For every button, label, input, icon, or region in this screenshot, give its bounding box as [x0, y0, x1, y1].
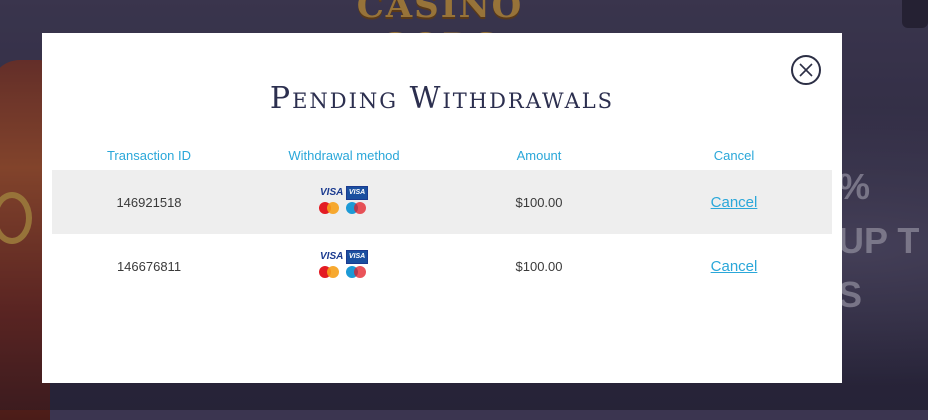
cancel-link[interactable]: Cancel: [711, 194, 758, 211]
cancel-cell: Cancel: [636, 234, 832, 298]
withdrawal-method: VISA VISA: [246, 170, 442, 234]
mastercard-icon: [319, 266, 341, 278]
cancel-link[interactable]: Cancel: [711, 258, 758, 275]
modal-title: Pending Withdrawals: [269, 81, 615, 116]
transaction-id: 146921518: [116, 194, 182, 210]
payment-methods-icon: VISA VISA: [318, 186, 370, 218]
header-amount: Amount: [516, 147, 562, 163]
withdrawal-method: VISA VISA: [246, 234, 442, 298]
pending-withdrawals-modal: Pending Withdrawals Transaction ID Withd…: [42, 33, 842, 383]
header-cancel: Cancel: [713, 147, 755, 163]
mastercard-icon: [319, 202, 341, 214]
transaction-id: 146676811: [116, 258, 182, 274]
visa-icon: VISA: [320, 187, 344, 198]
header-transaction-id: Transaction ID: [106, 147, 192, 163]
close-icon: [799, 63, 813, 77]
amount: $100.00: [515, 194, 563, 210]
payment-methods-icon: VISA VISA: [318, 250, 370, 282]
maestro-icon: [346, 202, 368, 214]
table-header: Transaction ID Withdrawal method Amount …: [52, 146, 832, 164]
header-withdrawal-method: Withdrawal method: [288, 147, 400, 163]
amount: $100.00: [515, 258, 563, 274]
table-row: 146921518 VISA VISA $100.00 Cancel: [52, 170, 832, 234]
cancel-cell: Cancel: [636, 170, 832, 234]
maestro-icon: [346, 266, 368, 278]
visa-icon: VISA: [320, 251, 344, 262]
table-row: 146676811 VISA VISA $100.00 Cancel: [52, 234, 832, 298]
visa-electron-icon: VISA: [346, 186, 368, 200]
visa-electron-icon: VISA: [346, 250, 368, 264]
